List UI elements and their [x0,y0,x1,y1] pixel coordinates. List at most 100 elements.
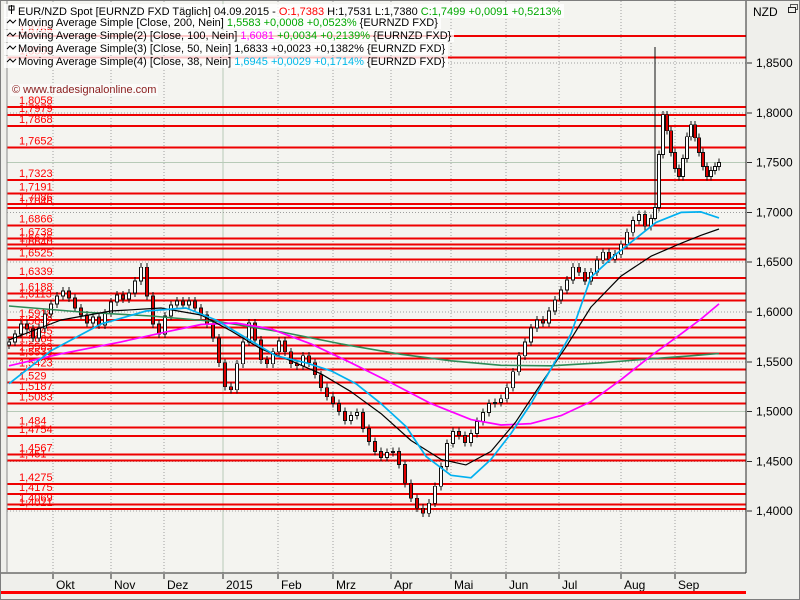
candle-body [476,422,479,434]
candle-body [560,290,563,300]
candle-body [572,267,575,280]
x-axis-label: Jun [509,578,528,592]
candle-body [686,137,689,159]
candle-body [242,342,245,364]
candle-body [338,404,341,412]
candle-body [518,356,521,372]
legend-text-segment: C:1,7499 +0,0091 +0,5213% [421,6,562,18]
bottom-red-strip [1,591,746,594]
restore-window-icon[interactable] [788,4,798,13]
y-axis-label: 1,7000 [756,205,793,219]
candle-body [542,320,545,323]
candle-body [698,138,701,153]
candle-body [488,404,491,413]
y-axis-label: 1,6500 [756,255,793,269]
wave-icon [5,43,18,55]
candle-body [428,503,431,513]
legend-text-segment: {EURNZD FXD} [370,30,451,42]
legend-text-segment: {EURNZD FXD} [364,56,445,68]
candle-body [632,220,635,232]
legend-text-segment: {EURNZD FXD} [364,43,445,55]
x-axis-label: Sep [678,578,700,592]
candle-body [702,153,705,167]
candle-body [446,443,449,466]
candle-body [26,324,29,329]
candle-body [626,232,629,244]
candle-body [416,498,419,508]
x-axis-label: Apr [394,578,413,592]
candle-body [86,315,89,323]
candle-body [662,115,665,155]
chart-window: 1,87691,85531,80581,79791,78681,76521,73… [0,0,800,600]
legend-row-3[interactable]: Moving Average Simple(2) [Close, 100, Ne… [4,30,454,42]
candle-body [20,324,23,334]
candle-body [638,214,641,220]
y-axis-label: 1,4000 [756,504,793,518]
legend-text-segment: Moving Average Simple(3) [Close, 50, Nei… [18,43,234,55]
y-axis-label: 1,7500 [756,156,793,170]
price-level-label: 1,6525 [19,248,53,260]
candle-body [566,280,569,290]
wave-icon [5,17,18,29]
candle-body [530,328,533,342]
x-axis-label: Dez [167,578,188,592]
legend-text-segment: Moving Average Simple(4) [Close, 38, Nei… [18,56,234,68]
candle-body [74,298,77,308]
candle-body [422,508,425,513]
candle-body [608,252,611,259]
candle-body [128,293,131,299]
price-level-label: 1,6339 [19,266,53,278]
candle-body [458,432,461,436]
candle-body [392,451,395,452]
candle-body [140,267,143,281]
candle-body [122,295,125,299]
candle-body [554,300,557,311]
candle-body [176,301,179,305]
candle-body [56,296,59,304]
candle-body [386,452,389,457]
legend-text-segment: 1,6081 [240,30,274,42]
price-level-label: 1,6640 [19,236,53,248]
candle-body [718,163,721,167]
candle-body [308,356,311,363]
legend-row-5[interactable]: Moving Average Simple(4) [Close, 38, Nei… [4,56,448,68]
candle-body [326,388,329,397]
legend-row-4[interactable]: Moving Average Simple(3) [Close, 50, Nei… [4,43,448,55]
candle-body [500,399,503,403]
legend-row-2[interactable]: Moving Average Simple [Close, 200, Nein]… [4,17,441,29]
price-level-label: 1,451 [19,448,47,460]
candle-body [404,464,407,483]
candle-body [666,115,669,131]
candle-body [380,451,383,457]
candle-body [224,363,227,387]
candle-body [344,412,347,421]
legend-row-1[interactable]: EUR/NZD Spot [EURNZD FXD Täglich] 04.09.… [4,4,564,18]
y-axis-label: 1,5500 [756,355,793,369]
wave-icon [5,30,18,42]
candle-body [236,364,239,390]
candle-body [398,451,401,464]
price-level-label: 1,5083 [19,391,53,403]
pin-icon [5,4,18,18]
candle-body [512,372,515,388]
candle-body [62,291,65,296]
candle-body [694,125,697,138]
price-level-label: 1,7323 [19,168,53,180]
candle-body [68,291,71,298]
legend-text-segment: Moving Average Simple(2) [Close, 100, Ne… [18,30,240,42]
candle-body [710,171,713,177]
price-level-label: 1,4754 [19,424,53,436]
candle-body [494,403,497,404]
x-axis-label: Nov [114,578,135,592]
candle-body [452,432,455,444]
candle-body [654,207,657,218]
candle-body [674,153,677,169]
candle-body [320,375,323,388]
x-axis-label: Jul [562,578,577,592]
candle-body [218,338,221,363]
candle-body [350,416,353,421]
candle-body [714,167,717,171]
axis-currency-label: NZD [753,5,778,19]
price-level-label: 1,7868 [19,114,53,126]
x-axis-label: Mai [454,578,473,592]
